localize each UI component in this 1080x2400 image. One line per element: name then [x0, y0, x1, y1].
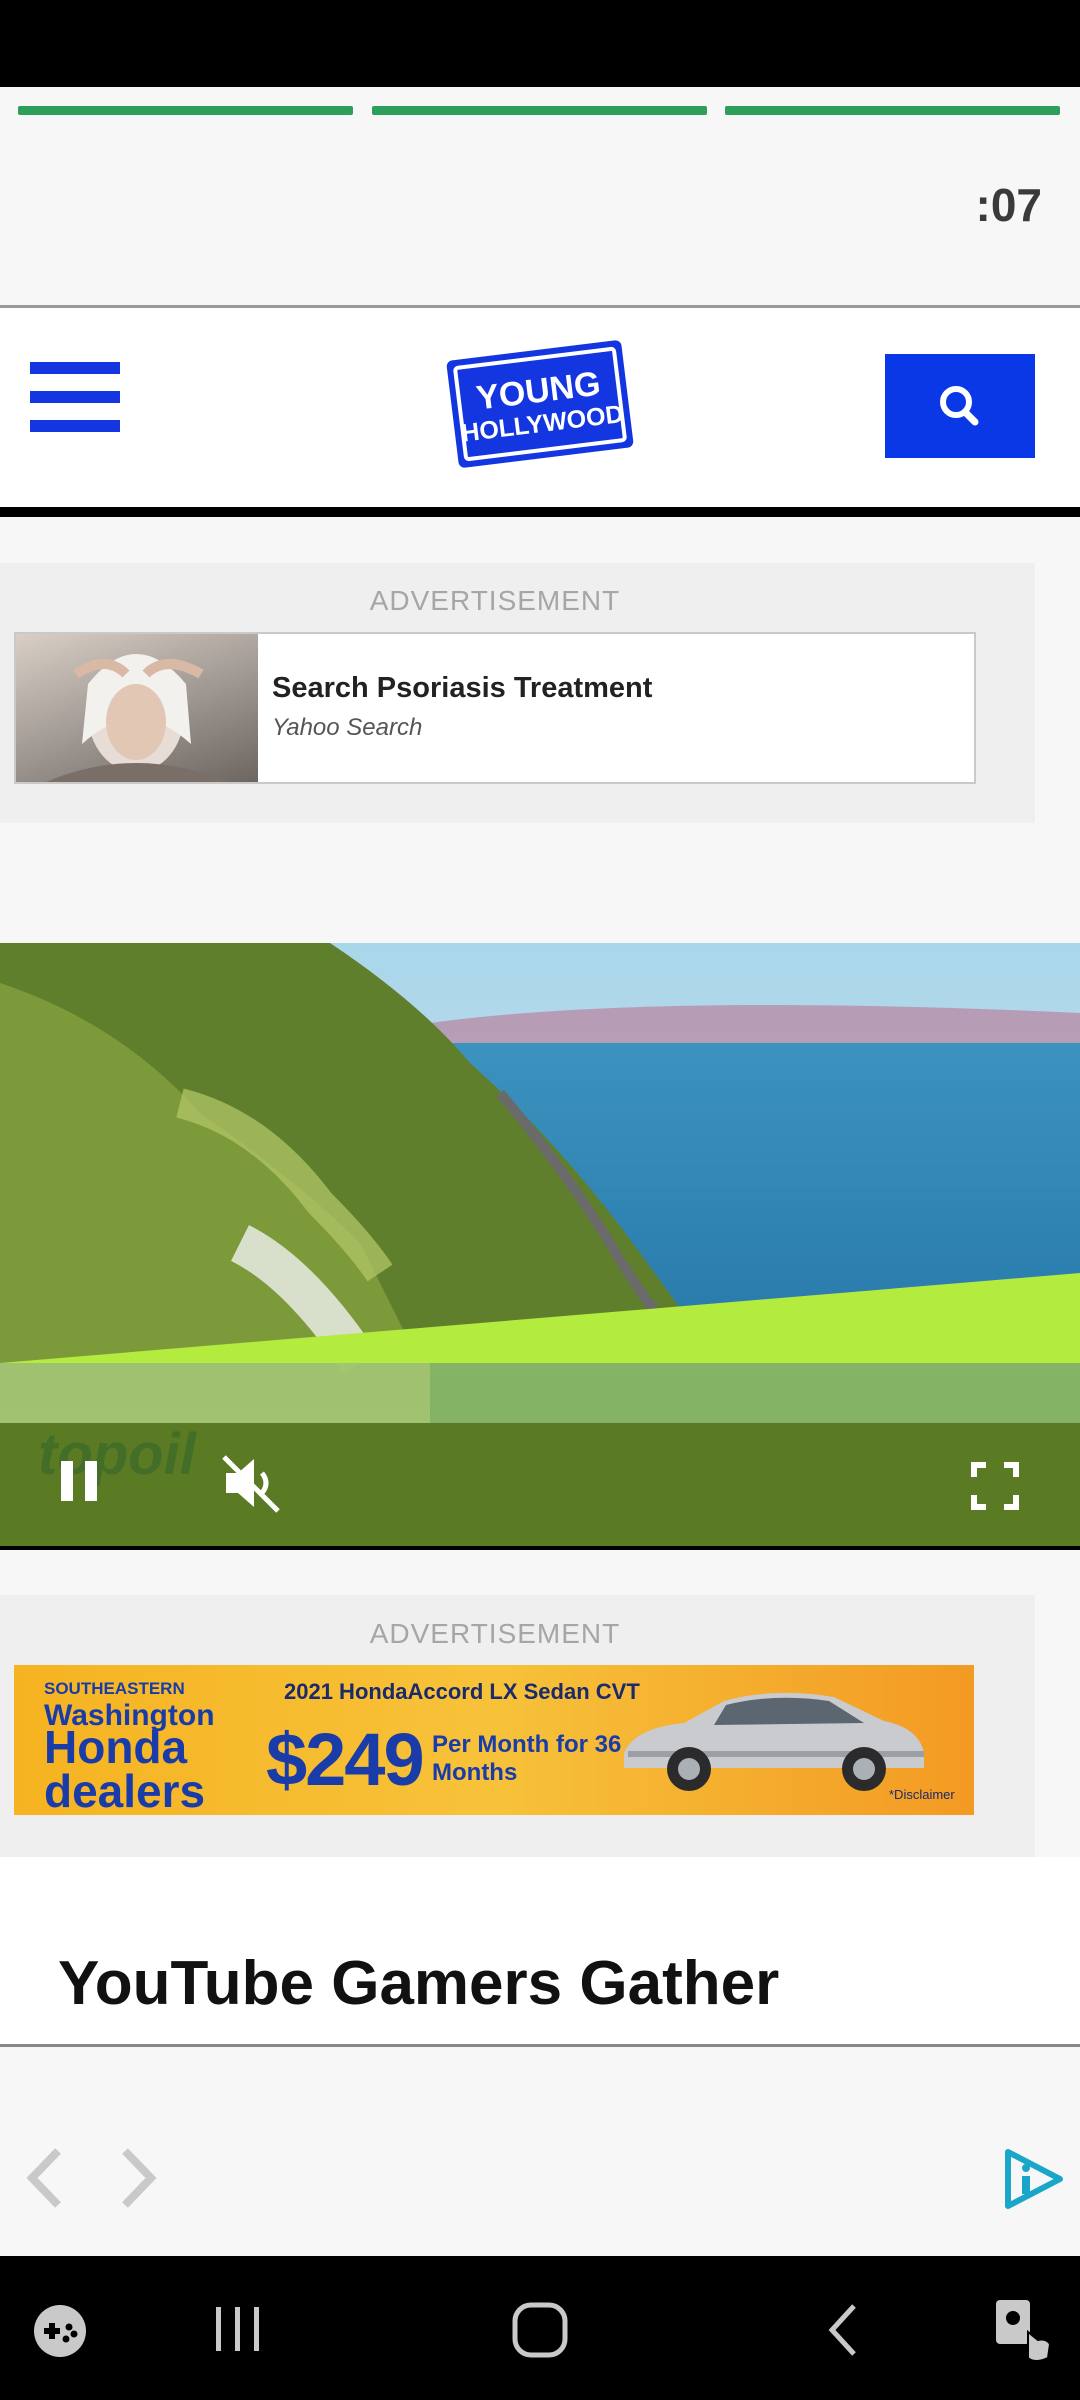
status-bar	[0, 0, 1080, 87]
ad-label: ADVERTISEMENT	[369, 585, 621, 616]
video-player[interactable]: topoil	[0, 943, 1080, 1550]
ad-label: ADVERTISEMENT	[369, 1618, 621, 1649]
ad-brand-line-1: SOUTHEASTERN	[44, 1679, 185, 1698]
hamburger-icon[interactable]	[30, 362, 120, 432]
story-progress-segment-2	[372, 106, 707, 115]
previous-story-button[interactable]	[22, 2145, 68, 2211]
ad-terms: Per Month for 36 Months	[432, 1731, 622, 1786]
pause-button[interactable]	[55, 1451, 105, 1511]
home-icon[interactable]	[510, 2300, 570, 2360]
search-icon	[940, 386, 979, 426]
fullscreen-button[interactable]	[970, 1461, 1020, 1511]
honda-ad-banner[interactable]: SOUTHEASTERN Washington Honda dealers 20…	[14, 1665, 974, 1815]
pause-icon	[61, 1461, 97, 1501]
young-hollywood-logo[interactable]: YOUNG HOLLYWOOD	[440, 332, 640, 477]
search-button[interactable]	[885, 354, 1035, 458]
story-brand-button[interactable]	[1000, 2148, 1066, 2210]
car-image	[624, 1692, 924, 1791]
story-play-icon	[1005, 2149, 1063, 2209]
muted-speaker-icon	[222, 1455, 280, 1513]
system-navigation-bar	[0, 2256, 1080, 2400]
psoriasis-ad[interactable]: Search Psoriasis Treatment Yahoo Search	[14, 632, 976, 784]
fullscreen-icon	[971, 1462, 1019, 1510]
accessibility-icon[interactable]	[990, 2296, 1056, 2366]
story-progress-segment-3	[725, 106, 1060, 115]
controls-overlay-top	[0, 1363, 1080, 1423]
ad-price: $249	[266, 1718, 425, 1801]
back-icon[interactable]	[820, 2300, 866, 2360]
story-progress-segment-1	[18, 106, 353, 115]
ad-title: Search Psoriasis Treatment	[272, 672, 653, 704]
ad-brand-line-3: Honda dealers	[44, 1721, 206, 1815]
chevron-right-icon	[122, 2148, 157, 2208]
game-launcher-icon[interactable]	[30, 2301, 90, 2361]
next-story-button[interactable]	[115, 2145, 161, 2211]
article-headline[interactable]: YouTube Gamers Gather	[58, 1948, 779, 2019]
mute-button[interactable]	[218, 1451, 284, 1515]
story-timer: :07	[975, 179, 1042, 231]
ad-disclaimer: *Disclaimer	[889, 1787, 955, 1802]
ad-car-model: 2021 HondaAccord LX Sedan CVT	[284, 1679, 640, 1704]
ad-image	[16, 634, 258, 782]
chevron-left-icon	[26, 2148, 61, 2208]
ad-source: Yahoo Search	[272, 714, 423, 741]
recent-apps-icon[interactable]	[210, 2301, 266, 2357]
